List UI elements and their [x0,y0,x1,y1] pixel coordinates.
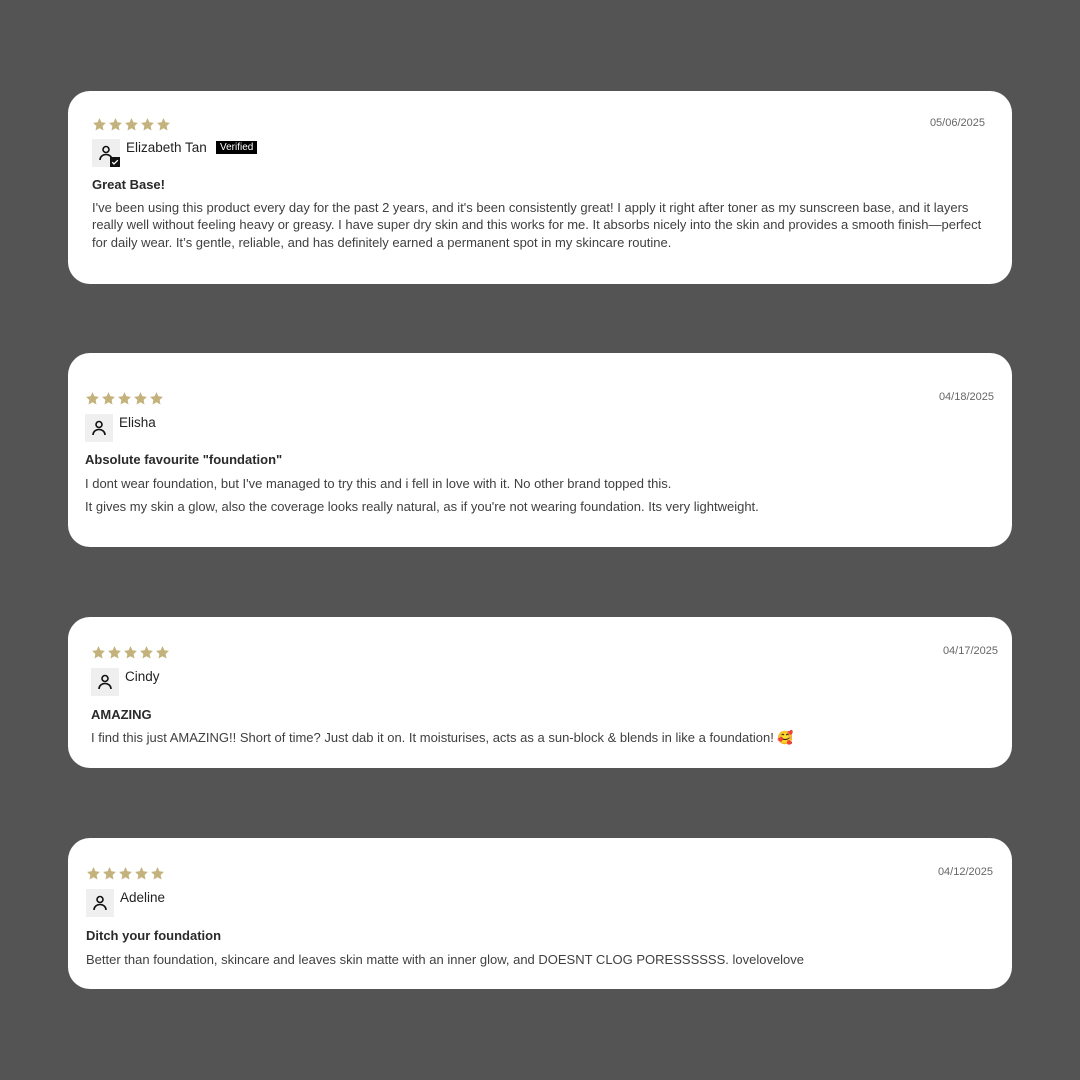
reviewer-name: Cindy [125,669,160,684]
review-card: 04/12/2025 Adeline Ditch your foundation… [68,838,1012,989]
star-rating [86,866,165,881]
review-date: 04/18/2025 [938,391,994,403]
review-card: 04/17/2025 Cindy AMAZING I find this jus… [68,617,1012,768]
star-icon [119,867,132,880]
review-body: I've been using this product every day f… [92,199,992,257]
star-icon [86,392,99,405]
user-icon [92,420,106,436]
user-icon [93,895,107,911]
star-icon [92,646,105,659]
star-icon [102,392,115,405]
review-text: I've been using this product every day f… [92,200,982,250]
star-icon [93,118,106,131]
check-icon [111,159,119,165]
star-icon [140,646,153,659]
review-date: 04/12/2025 [937,866,993,878]
review-text: It gives my skin a glow, also the covera… [85,499,759,515]
review-title: Ditch your foundation [86,928,222,943]
star-rating [92,117,171,132]
star-icon [103,867,116,880]
review-title: Great Base! [92,177,165,192]
avatar [86,889,114,917]
star-rating [91,645,170,660]
verified-check-badge [110,157,120,167]
star-rating [85,391,164,406]
review-text: I dont wear foundation, but I've managed… [85,476,672,491]
review-text: Better than foundation, skincare and lea… [86,952,805,967]
star-icon [135,867,148,880]
review-date: 04/17/2025 [942,645,998,657]
verified-badge: Verified [216,141,258,154]
star-icon [134,392,147,405]
star-icon [109,118,122,131]
star-icon [157,118,170,131]
star-icon [108,646,121,659]
review-body: I dont wear foundation, but I've managed… [85,475,985,522]
avatar [85,414,113,442]
user-icon [98,674,112,690]
star-icon [125,118,138,131]
star-icon [151,867,164,880]
review-card: 04/18/2025 Elisha Absolute favourite "fo… [68,353,1012,547]
reviewer-name: Elizabeth Tan [126,140,207,155]
review-body: I find this just AMAZING!! Short of time… [91,729,991,752]
review-card: 05/06/2025 Elizabeth Tan Verified Great … [68,91,1012,284]
star-icon [150,392,163,405]
reviewer-name: Elisha [119,415,156,430]
star-icon [156,646,169,659]
review-date: 05/06/2025 [929,117,985,129]
review-title: Absolute favourite "foundation" [85,452,283,467]
avatar [92,139,120,167]
review-body: Better than foundation, skincare and lea… [86,951,986,974]
reviewer-name: Adeline [120,890,166,905]
star-icon [87,867,100,880]
review-text: I find this just AMAZING!! Short of time… [91,730,794,745]
review-title: AMAZING [91,707,152,722]
star-icon [118,392,131,405]
star-icon [124,646,137,659]
star-icon [141,118,154,131]
avatar [91,668,119,696]
